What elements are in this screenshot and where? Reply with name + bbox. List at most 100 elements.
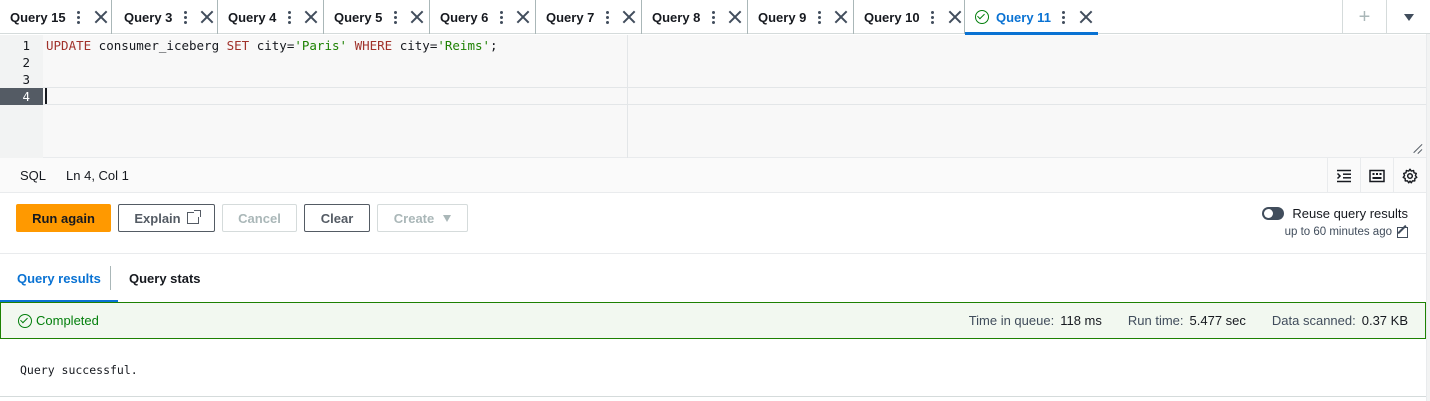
external-link-icon xyxy=(186,210,201,224)
more-options-icon[interactable] xyxy=(602,10,612,24)
more-options-icon[interactable] xyxy=(74,10,84,24)
tab-query-results[interactable]: Query results xyxy=(0,254,118,303)
metric-time-in-queue: Time in queue: 118 ms xyxy=(969,313,1102,328)
metric-label: Data scanned: xyxy=(1271,313,1356,328)
close-icon[interactable] xyxy=(410,10,424,24)
success-check-icon xyxy=(18,313,32,328)
tab-query-stats[interactable]: Query stats xyxy=(129,254,201,302)
metric-value: 5.477 sec xyxy=(1189,313,1246,328)
metric-data-scanned: Data scanned: 0.37 KB xyxy=(1272,313,1408,328)
more-options-icon[interactable] xyxy=(708,10,718,24)
sql-editor[interactable]: 1 2 3 4 UPDATE consumer_iceberg SET city… xyxy=(0,35,1426,158)
print-margin xyxy=(627,35,628,158)
tab-query-3[interactable]: Query 3 xyxy=(112,0,218,34)
metric-value: 0.37 KB xyxy=(1361,313,1408,328)
query-actions: Run again Explain Cancel Clear Create Re… xyxy=(0,193,1426,253)
tab-divider xyxy=(110,266,111,290)
tab-query-4[interactable]: Query 4 xyxy=(218,0,324,34)
keyboard-shortcuts-button[interactable] xyxy=(1360,158,1393,193)
query-metrics: Time in queue: 118 ms Run time: 5.477 sec … xyxy=(943,303,1408,338)
run-again-button[interactable]: Run again xyxy=(16,204,111,232)
tab-query-5[interactable]: Query 5 xyxy=(324,0,430,34)
completed-check-icon xyxy=(975,10,989,24)
language-indicator: SQL xyxy=(20,167,47,183)
tab-query-6[interactable]: Query 6 xyxy=(430,0,536,34)
tab-query-7[interactable]: Query 7 xyxy=(536,0,642,34)
tab-menu-button[interactable] xyxy=(1386,0,1430,34)
close-icon[interactable] xyxy=(948,10,962,24)
tab-query-10[interactable]: Query 10 xyxy=(854,0,965,34)
plus-icon: + xyxy=(1358,5,1371,28)
close-icon[interactable] xyxy=(94,10,108,24)
explain-button[interactable]: Explain xyxy=(118,204,215,232)
close-icon[interactable] xyxy=(622,10,636,24)
tab-label: Query 8 xyxy=(652,9,701,25)
line-number: 2 xyxy=(22,55,30,70)
resize-handle-icon[interactable] xyxy=(1412,143,1422,153)
edit-icon[interactable] xyxy=(1397,226,1408,238)
tab-query-15[interactable]: Query 15 xyxy=(0,0,112,34)
tab-label: Query 15 xyxy=(10,9,66,25)
tab-label: Query 10 xyxy=(864,9,920,25)
cancel-button[interactable]: Cancel xyxy=(222,204,297,232)
close-icon[interactable] xyxy=(834,10,848,24)
tab-label: Query 4 xyxy=(228,9,277,25)
tab-label: Query 11 xyxy=(996,9,1051,25)
reuse-results-toggle[interactable] xyxy=(1262,207,1285,220)
close-icon[interactable] xyxy=(728,10,742,24)
clear-button[interactable]: Clear xyxy=(304,204,370,232)
more-options-icon[interactable] xyxy=(928,10,938,24)
caret-down-icon xyxy=(1403,13,1414,21)
tab-label: Query 3 xyxy=(124,9,173,25)
close-icon[interactable] xyxy=(304,10,318,24)
more-options-icon[interactable] xyxy=(496,10,506,24)
query-status-banner: Completed Time in queue: 118 ms Run time:… xyxy=(0,302,1426,339)
editor-settings-button[interactable] xyxy=(1393,158,1426,193)
tab-actions: + xyxy=(1342,0,1430,34)
cursor-position: Ln 4, Col 1 xyxy=(66,167,129,183)
sql-identifier: city= xyxy=(249,38,295,53)
reuse-query-results: Reuse query results up to 60 minutes ago xyxy=(1262,206,1408,238)
more-options-icon[interactable] xyxy=(390,10,400,24)
create-dropdown-button[interactable]: Create xyxy=(377,204,468,232)
more-options-icon[interactable] xyxy=(284,10,294,24)
sql-keyword: WHERE xyxy=(347,38,393,53)
result-panel: Query successful. xyxy=(0,339,1426,397)
reuse-results-label: Reuse query results xyxy=(1292,206,1408,221)
tab-label: Query 6 xyxy=(440,9,489,25)
metric-label: Run time: xyxy=(1127,313,1184,328)
format-query-button[interactable] xyxy=(1327,158,1360,193)
line-number: 1 xyxy=(22,38,30,53)
close-icon[interactable] xyxy=(200,10,214,24)
result-tabs: Query results Query stats xyxy=(0,253,1426,303)
reuse-results-age: up to 60 minutes ago xyxy=(1284,226,1392,238)
current-line-highlight xyxy=(43,87,1426,105)
scrollbar-track[interactable] xyxy=(1426,34,1430,401)
tab-label: Query 7 xyxy=(546,9,595,25)
close-icon[interactable] xyxy=(516,10,530,24)
result-message: Query successful. xyxy=(20,363,138,377)
gear-icon xyxy=(1402,168,1418,183)
sql-code-line[interactable]: UPDATE consumer_iceberg SET city='Paris'… xyxy=(46,37,498,54)
sql-punctuation: ; xyxy=(490,38,498,53)
sql-identifier: city= xyxy=(392,38,438,53)
caret-down-icon xyxy=(443,214,452,222)
indent-icon xyxy=(1336,169,1351,182)
add-tab-button[interactable]: + xyxy=(1342,0,1386,34)
keyboard-icon xyxy=(1369,169,1385,182)
close-icon[interactable] xyxy=(1079,10,1093,24)
tab-label: Query 5 xyxy=(334,9,383,25)
query-tab-bar: Query 15 Query 3 Query 4 Query 5 Query 6… xyxy=(0,0,1430,35)
line-number: 3 xyxy=(22,72,30,87)
sql-keyword: SET xyxy=(226,38,250,53)
explain-label: Explain xyxy=(134,210,181,226)
more-options-icon[interactable] xyxy=(180,10,190,24)
more-options-icon[interactable] xyxy=(814,10,824,24)
tab-query-11[interactable]: Query 11 xyxy=(965,0,1098,35)
text-cursor xyxy=(45,88,47,104)
status-text: Completed xyxy=(36,313,99,328)
more-options-icon[interactable] xyxy=(1059,10,1069,24)
tab-query-9[interactable]: Query 9 xyxy=(748,0,854,34)
metric-value: 118 ms xyxy=(1060,313,1102,328)
tab-query-8[interactable]: Query 8 xyxy=(642,0,748,34)
